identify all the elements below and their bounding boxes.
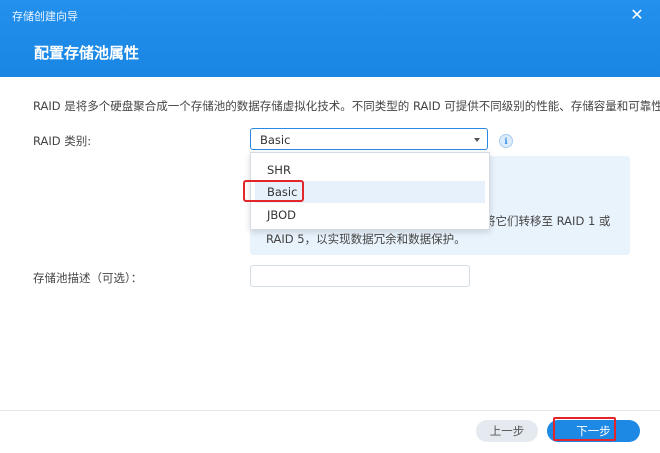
raid-option-jbod[interactable]: JBOD (255, 204, 485, 226)
pool-description-label: 存储池描述（可选）： (33, 271, 143, 285)
footer-divider (0, 410, 660, 411)
raid-option-label: SHR (267, 163, 291, 177)
caret-down-icon (474, 138, 480, 142)
close-icon[interactable]: ✕ (628, 6, 646, 24)
raid-option-shr[interactable]: SHR (255, 159, 485, 181)
raid-type-select[interactable]: Basic (250, 128, 488, 150)
raid-info-line1: 将它们转移至 RAID 1 或 (484, 214, 611, 228)
raid-info-line2: RAID 5，以实现数据冗余和数据保护。 (266, 232, 466, 246)
raid-type-label: RAID 类别: (33, 134, 92, 148)
pool-description-input[interactable] (250, 265, 470, 287)
prev-button[interactable]: 上一步 (476, 420, 538, 442)
storage-wizard-dialog: 存储创建向导 ✕ 配置存储池属性 RAID 是将多个硬盘聚合成一个存储池的数据存… (0, 0, 660, 453)
raid-type-dropdown: SHR Basic JBOD (250, 152, 490, 230)
raid-option-label: Basic (267, 185, 298, 199)
window-title: 存储创建向导 (12, 10, 78, 23)
dialog-header: 存储创建向导 ✕ 配置存储池属性 (0, 0, 660, 77)
page-title: 配置存储池属性 (34, 44, 140, 62)
info-icon[interactable]: i (499, 134, 513, 148)
next-button[interactable]: 下一步 (547, 420, 640, 442)
raid-type-selected-value: Basic (260, 133, 291, 147)
raid-option-basic[interactable]: Basic (255, 181, 485, 203)
raid-description: RAID 是将多个硬盘聚合成一个存储池的数据存储虚拟化技术。不同类型的 RAID… (33, 99, 660, 113)
raid-option-label: JBOD (267, 208, 296, 222)
